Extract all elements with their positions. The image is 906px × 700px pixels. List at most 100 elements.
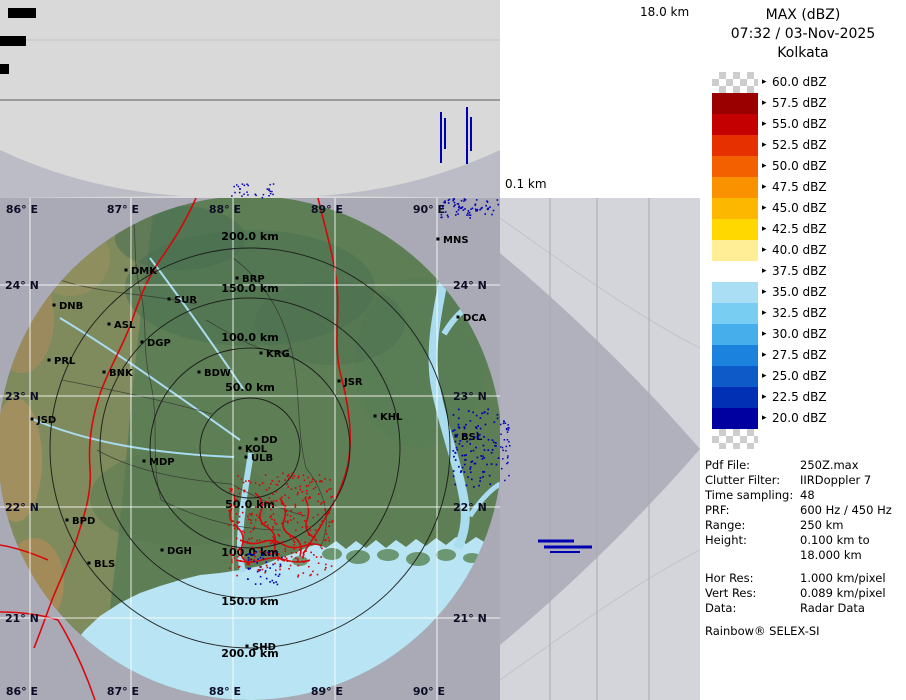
legend-label: 50.0 dBZ (772, 156, 827, 177)
svg-text:ULB: ULB (251, 453, 273, 464)
svg-text:BSL: BSL (461, 432, 483, 443)
svg-text:BLS: BLS (94, 559, 115, 570)
svg-text:22° N: 22° N (5, 501, 39, 514)
legend-color-swatch (712, 408, 758, 429)
legend-label: 60.0 dBZ (772, 72, 827, 93)
metadata-row: Height:0.100 km to (700, 533, 906, 548)
metadata-key: Data: (700, 601, 800, 616)
legend-label: 42.5 dBZ (772, 219, 827, 240)
svg-text:23° N: 23° N (453, 390, 487, 403)
metadata-value: 48 (800, 488, 906, 503)
svg-text:50.0 km: 50.0 km (225, 381, 275, 394)
legend-row: ▸50.0 dBZ (700, 156, 906, 177)
legend-color-swatch (712, 282, 758, 303)
metadata-key: Height: (700, 533, 800, 548)
legend-arrow-icon: ▸ (762, 114, 769, 135)
legend-color-swatch (712, 177, 758, 198)
svg-text:50.0 km: 50.0 km (225, 498, 275, 511)
legend-arrow-icon: ▸ (762, 324, 769, 345)
metadata-row: Pdf File:250Z.max (700, 458, 906, 473)
svg-text:22° N: 22° N (453, 501, 487, 514)
top-height-profile-panel (0, 0, 500, 198)
legend-color-swatch (712, 114, 758, 135)
legend-row: ▸55.0 dBZ (700, 114, 906, 135)
svg-text:89° E: 89° E (311, 203, 343, 216)
svg-text:150.0 km: 150.0 km (221, 595, 278, 608)
metadata-row: Time sampling:48 (700, 488, 906, 503)
metadata-key: PRF: (700, 503, 800, 518)
legend-color-swatch (712, 261, 758, 282)
svg-text:90° E: 90° E (413, 685, 445, 698)
svg-text:JSD: JSD (36, 415, 56, 426)
reflectivity-legend: ▸60.0 dBZ▸57.5 dBZ▸55.0 dBZ▸52.5 dBZ▸50.… (700, 72, 906, 449)
product-datetime: 07:32 / 03-Nov-2025 (700, 25, 906, 44)
svg-text:MNS: MNS (443, 235, 469, 246)
svg-text:87° E: 87° E (107, 685, 139, 698)
legend-arrow-icon: ▸ (762, 72, 769, 93)
legend-color-swatch (712, 93, 758, 114)
legend-arrow-icon: ▸ (762, 387, 769, 408)
metadata-row: Vert Res:0.089 km/pixel (700, 586, 906, 601)
legend-row: ▸35.0 dBZ (700, 282, 906, 303)
legend-color-swatch (712, 366, 758, 387)
legend-row: ▸45.0 dBZ (700, 198, 906, 219)
legend-arrow-icon: ▸ (762, 93, 769, 114)
metadata-row: 18.000 km (700, 548, 906, 563)
svg-text:PRL: PRL (54, 356, 76, 367)
legend-color-swatch (712, 429, 758, 449)
radar-map: 86° E86° E87° E87° E88° E88° E89° E89° E… (0, 198, 500, 700)
svg-text:KHL: KHL (380, 412, 403, 423)
svg-text:87° E: 87° E (107, 203, 139, 216)
legend-row: ▸40.0 dBZ (700, 240, 906, 261)
svg-text:21° N: 21° N (453, 612, 487, 625)
max-height-label: 18.0 km (640, 5, 689, 19)
svg-text:KRG: KRG (266, 349, 290, 360)
legend-arrow-icon: ▸ (762, 177, 769, 198)
svg-text:DCA: DCA (463, 313, 487, 324)
legend-row: ▸47.5 dBZ (700, 177, 906, 198)
svg-text:DNB: DNB (59, 301, 83, 312)
legend-row: ▸25.0 dBZ (700, 366, 906, 387)
metadata-key: Pdf File: (700, 458, 800, 473)
svg-text:JSR: JSR (343, 377, 363, 388)
svg-text:BDW: BDW (204, 368, 231, 379)
legend-arrow-icon: ▸ (762, 408, 769, 429)
svg-text:BNK: BNK (109, 368, 134, 379)
metadata-key: Vert Res: (700, 586, 800, 601)
metadata-key: Time sampling: (700, 488, 800, 503)
legend-arrow-icon: ▸ (762, 345, 769, 366)
legend-color-swatch (712, 156, 758, 177)
legend-arrow-icon: ▸ (762, 240, 769, 261)
legend-bottom-cap (700, 429, 906, 449)
metadata-value: Radar Data (800, 601, 906, 616)
legend-arrow-icon: ▸ (762, 261, 769, 282)
legend-arrow-icon: ▸ (762, 156, 769, 177)
legend-arrow-icon: ▸ (762, 219, 769, 240)
svg-text:BPD: BPD (72, 516, 95, 527)
info-panel: MAX (dBZ) 07:32 / 03-Nov-2025 Kolkata ▸6… (700, 0, 906, 700)
metadata-key: Hor Res: (700, 571, 800, 586)
legend-row: ▸20.0 dBZ (700, 408, 906, 429)
out-of-range-wedge (318, 150, 500, 198)
legend-label: 20.0 dBZ (772, 408, 827, 429)
metadata-row: Hor Res:1.000 km/pixel (700, 571, 906, 586)
legend-color-swatch (712, 240, 758, 261)
metadata-row: Range:250 km (700, 518, 906, 533)
svg-text:86° E: 86° E (6, 203, 38, 216)
legend-color-swatch (712, 198, 758, 219)
svg-text:24° N: 24° N (453, 279, 487, 292)
legend-color-swatch (712, 303, 758, 324)
min-height-label: 0.1 km (505, 177, 547, 191)
metadata-key: Range: (700, 518, 800, 533)
legend-color-swatch (712, 219, 758, 240)
top-profile-graphics (0, 0, 500, 198)
svg-text:MDP: MDP (149, 457, 175, 468)
metadata-value: 1.000 km/pixel (800, 571, 906, 586)
legend-label: 52.5 dBZ (772, 135, 827, 156)
metadata-key: Clutter Filter: (700, 473, 800, 488)
metadata-value: 250Z.max (800, 458, 906, 473)
metadata-value: 600 Hz / 450 Hz (800, 503, 906, 518)
legend-row: ▸22.5 dBZ (700, 387, 906, 408)
svg-text:ASL: ASL (114, 320, 136, 331)
svg-text:89° E: 89° E (311, 685, 343, 698)
